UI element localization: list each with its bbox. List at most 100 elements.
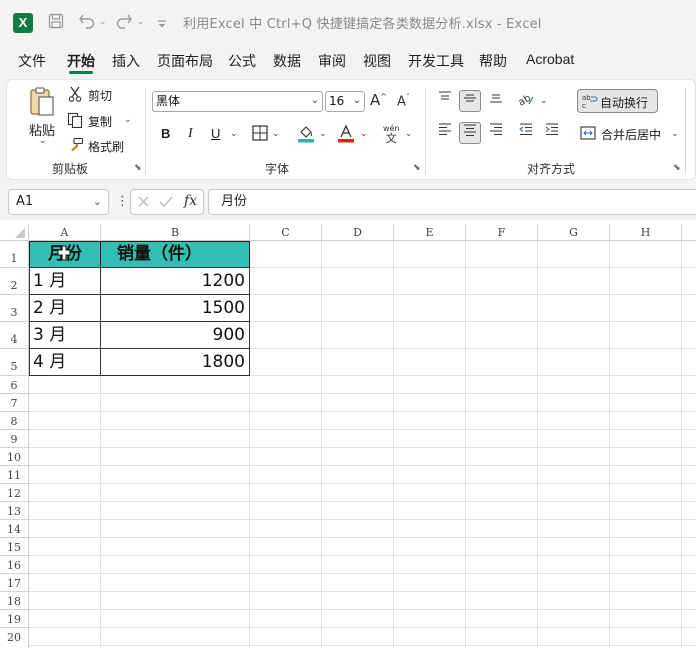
table-cell-month[interactable]: 2 月 xyxy=(29,294,101,322)
table-cell-sales[interactable]: 1800 xyxy=(100,348,250,376)
clipboard-launcher-icon[interactable]: ⬊ xyxy=(134,163,142,173)
font-name-select[interactable]: 黑体 ⌄ xyxy=(152,91,323,112)
orientation-icon[interactable]: ab xyxy=(517,92,535,112)
alignment-launcher-icon[interactable]: ⬊ xyxy=(673,163,681,173)
tab-page-layout[interactable]: 页面布局 xyxy=(157,51,213,71)
select-all-corner[interactable] xyxy=(0,224,29,241)
row-header[interactable]: 18 xyxy=(0,592,29,610)
column-header-d[interactable]: D xyxy=(322,224,394,241)
column-header-b[interactable]: B xyxy=(101,224,250,241)
column-header-a[interactable]: A xyxy=(29,224,101,241)
align-middle-icon[interactable] xyxy=(459,90,481,112)
row-header[interactable]: 7 xyxy=(0,394,29,412)
undo-dropdown-icon[interactable]: ⌄ xyxy=(99,17,107,27)
column-header-g[interactable]: G xyxy=(538,224,610,241)
name-box[interactable]: A1 ⌄ xyxy=(8,189,109,215)
align-top-icon[interactable] xyxy=(434,90,456,112)
column-header-f[interactable]: F xyxy=(466,224,538,241)
column-header-c[interactable]: C xyxy=(250,224,322,241)
undo-icon[interactable] xyxy=(78,12,96,35)
phonetic-guide-icon[interactable]: wén 文 xyxy=(383,124,400,144)
merge-center-icon[interactable] xyxy=(580,125,596,145)
row-header[interactable]: 15 xyxy=(0,538,29,556)
row-header[interactable]: 9 xyxy=(0,430,29,448)
cut-label[interactable]: 剪切 xyxy=(88,87,112,104)
increase-indent-icon[interactable] xyxy=(541,122,563,144)
format-painter-icon[interactable] xyxy=(68,137,84,157)
column-header-partial[interactable] xyxy=(682,224,696,241)
underline-dropdown-icon[interactable]: ⌄ xyxy=(230,129,238,139)
enter-icon[interactable] xyxy=(159,195,173,208)
font-color-dropdown-icon[interactable]: ⌄ xyxy=(360,129,368,139)
decrease-indent-icon[interactable] xyxy=(515,122,537,144)
phonetic-dropdown-icon[interactable]: ⌄ xyxy=(405,129,413,139)
more-options-icon[interactable]: ⋮ xyxy=(116,194,129,209)
row-header[interactable]: 17 xyxy=(0,574,29,592)
table-header-cell[interactable]: 销量（件） xyxy=(100,241,250,268)
align-center-icon[interactable] xyxy=(459,122,481,144)
tab-help[interactable]: 帮助 xyxy=(479,51,507,71)
paste-icon[interactable] xyxy=(28,86,56,122)
table-cell-month[interactable]: 1 月 xyxy=(29,267,101,295)
row-header[interactable]: 1 xyxy=(0,241,29,268)
cut-icon[interactable] xyxy=(68,86,82,106)
tab-review[interactable]: 审阅 xyxy=(318,51,346,71)
table-cell-sales[interactable]: 900 xyxy=(100,321,250,349)
row-header[interactable]: 11 xyxy=(0,466,29,484)
cancel-icon[interactable] xyxy=(137,195,150,208)
tab-acrobat[interactable]: Acrobat xyxy=(526,51,574,67)
align-bottom-icon[interactable] xyxy=(485,90,507,112)
font-color-icon[interactable] xyxy=(337,124,355,147)
decrease-font-size-icon[interactable]: Aˇ xyxy=(397,93,410,109)
tab-file[interactable]: 文件 xyxy=(18,51,46,71)
align-left-icon[interactable] xyxy=(434,122,456,144)
tab-data[interactable]: 数据 xyxy=(273,51,301,71)
redo-icon[interactable] xyxy=(115,12,133,35)
insert-function-icon[interactable]: fx xyxy=(184,193,197,209)
tab-formulas[interactable]: 公式 xyxy=(228,51,256,71)
increase-font-size-icon[interactable]: A^ xyxy=(370,91,387,109)
table-cell-sales[interactable]: 1500 xyxy=(100,294,250,322)
row-header[interactable]: 10 xyxy=(0,448,29,466)
merge-dropdown-icon[interactable]: ⌄ xyxy=(671,129,679,139)
borders-icon[interactable] xyxy=(252,125,268,145)
fill-color-icon[interactable] xyxy=(297,124,315,147)
row-header[interactable]: 13 xyxy=(0,502,29,520)
tab-developer[interactable]: 开发工具 xyxy=(408,51,464,71)
row-header[interactable]: 8 xyxy=(0,412,29,430)
align-right-icon[interactable] xyxy=(485,122,507,144)
wrap-text-button[interactable]: ab c 自动换行 xyxy=(577,89,658,113)
column-header-e[interactable]: E xyxy=(394,224,466,241)
font-launcher-icon[interactable]: ⬊ xyxy=(413,163,421,173)
underline-button[interactable]: U xyxy=(211,126,220,141)
row-header[interactable]: 2 xyxy=(0,268,29,295)
formula-input[interactable]: 月份 xyxy=(208,189,696,215)
bold-button[interactable]: B xyxy=(161,126,170,141)
customize-toolbar-icon[interactable] xyxy=(156,15,168,34)
tab-view[interactable]: 视图 xyxy=(363,51,391,71)
row-header[interactable]: 5 xyxy=(0,349,29,376)
table-cell-month[interactable]: 3 月 xyxy=(29,321,101,349)
format-painter-label[interactable]: 格式刷 xyxy=(88,138,124,155)
font-size-select[interactable]: 16 ⌄ xyxy=(325,91,365,112)
row-header[interactable]: 6 xyxy=(0,376,29,394)
tab-insert[interactable]: 插入 xyxy=(112,51,140,71)
copy-label[interactable]: 复制 xyxy=(88,113,112,130)
row-header[interactable]: 16 xyxy=(0,556,29,574)
tab-home[interactable]: 开始 xyxy=(67,51,95,71)
copy-dropdown-icon[interactable]: ⌄ xyxy=(124,115,132,125)
redo-dropdown-icon[interactable]: ⌄ xyxy=(137,17,145,27)
copy-icon[interactable] xyxy=(67,112,83,132)
column-header-h[interactable]: H xyxy=(610,224,682,241)
row-header[interactable]: 14 xyxy=(0,520,29,538)
row-header[interactable]: 19 xyxy=(0,610,29,628)
table-cell-month[interactable]: 4 月 xyxy=(29,348,101,376)
paste-dropdown-icon[interactable]: ⌄ xyxy=(39,136,47,146)
row-header[interactable]: 12 xyxy=(0,484,29,502)
table-cell-sales[interactable]: 1200 xyxy=(100,267,250,295)
save-icon[interactable] xyxy=(48,13,64,34)
fill-color-dropdown-icon[interactable]: ⌄ xyxy=(319,129,327,139)
row-header[interactable]: 3 xyxy=(0,295,29,322)
row-header[interactable]: 20 xyxy=(0,628,29,648)
row-header[interactable]: 4 xyxy=(0,322,29,349)
